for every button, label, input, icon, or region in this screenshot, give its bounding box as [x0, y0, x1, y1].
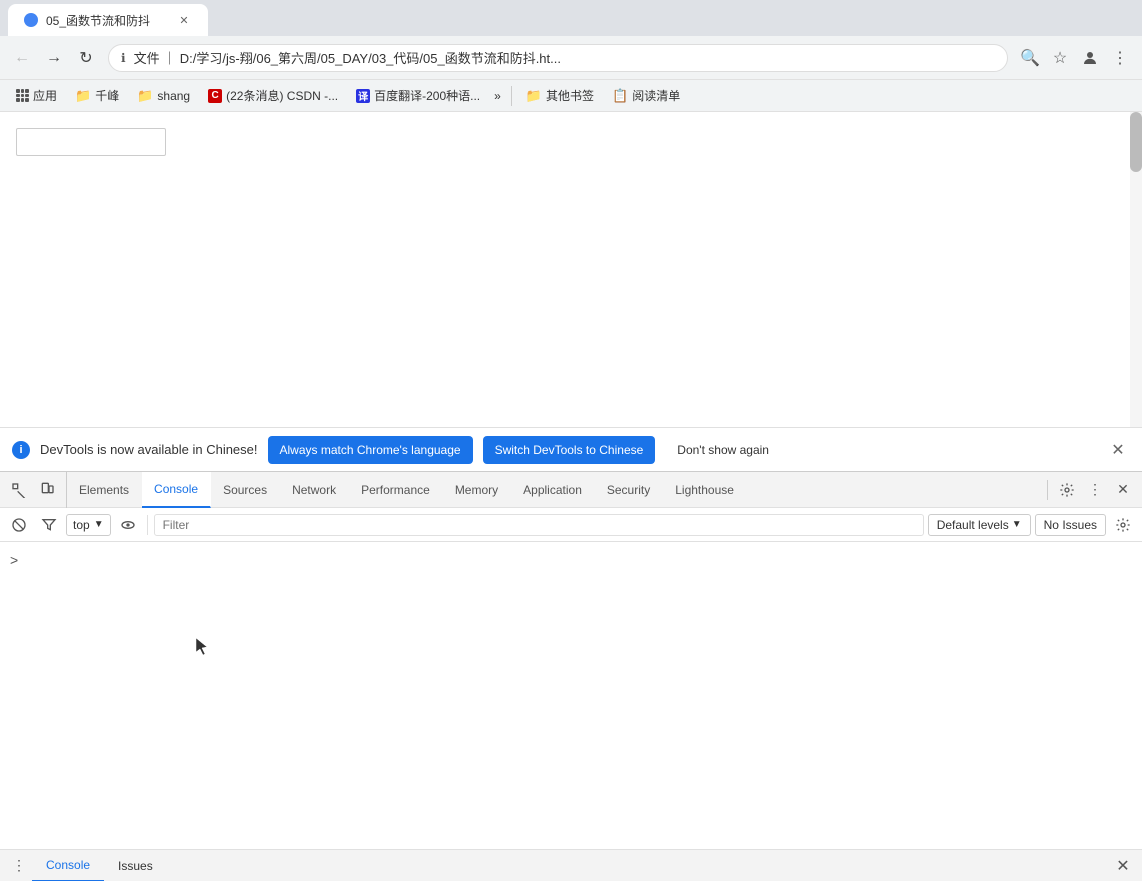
bookmark-csdn-label: (22条消息) CSDN -... — [226, 87, 338, 104]
tab-application[interactable]: Application — [511, 472, 595, 508]
log-levels-selector[interactable]: Default levels ▼ — [928, 514, 1031, 536]
bottom-tab-issues[interactable]: Issues — [104, 850, 167, 881]
tab-lighthouse[interactable]: Lighthouse — [663, 472, 747, 508]
console-divider — [147, 515, 148, 535]
notification-info-icon: i — [12, 441, 30, 459]
devtools-more-button[interactable]: ⋮ — [1082, 477, 1108, 503]
bookmark-qianfeng-label: 千峰 — [95, 87, 119, 104]
bookmark-shang[interactable]: 📁 shang — [129, 84, 198, 108]
tab-network[interactable]: Network — [280, 472, 349, 508]
context-dropdown-icon: ▼ — [94, 519, 104, 530]
issues-label: No Issues — [1044, 518, 1097, 532]
info-icon: ℹ — [121, 51, 126, 65]
page-input-field[interactable] — [16, 128, 166, 156]
bookmark-apps[interactable]: 应用 — [8, 84, 65, 108]
menu-button[interactable]: ⋮ — [1106, 44, 1134, 72]
tab-sources[interactable]: Sources — [211, 472, 280, 508]
apps-grid-icon — [16, 89, 29, 102]
devtools-close-x-button[interactable]: ✕ — [1110, 853, 1136, 879]
folder-icon: 📁 — [526, 88, 542, 104]
address-bar[interactable]: ℹ 文件 ｜ D:/学习/js-翔/06_第六周/05_DAY/03_代码/05… — [108, 44, 1008, 72]
bookmarks-bar: 应用 📁 千峰 📁 shang C (22条消息) CSDN -... 译 百度… — [0, 80, 1142, 112]
active-tab[interactable]: 05_函数节流和防抖 ✕ — [8, 4, 208, 36]
mouse-cursor — [195, 637, 209, 655]
back-button[interactable]: ← — [8, 44, 36, 72]
toolbar-separator — [1047, 480, 1048, 500]
bookmark-shang-label: shang — [157, 89, 190, 103]
bookmark-separator — [511, 86, 512, 106]
log-levels-arrow: ▼ — [1012, 519, 1022, 530]
bookmark-baidu-translate[interactable]: 译 百度翻译-200种语... — [348, 84, 488, 108]
console-toolbar: top ▼ Default levels ▼ No Issues — [0, 508, 1142, 542]
dont-show-again-button[interactable]: Don't show again — [665, 436, 781, 464]
notification-text: DevTools is now available in Chinese! — [40, 442, 258, 457]
devtools-panel: Elements Console Sources Network Perform… — [0, 471, 1142, 881]
page-main — [0, 112, 1142, 427]
search-icon-button[interactable]: 🔍 — [1016, 44, 1044, 72]
device-toolbar-button[interactable] — [34, 477, 60, 503]
page-content: i DevTools is now available in Chinese! … — [0, 112, 1142, 881]
folder-icon: 📁 — [137, 88, 153, 104]
match-language-button[interactable]: Always match Chrome's language — [268, 436, 473, 464]
tab-title: 05_函数节流和防抖 — [46, 12, 168, 29]
context-label: top — [73, 518, 90, 532]
notification-close-button[interactable]: ✕ — [1106, 438, 1130, 462]
scrollbar-thumb[interactable] — [1130, 112, 1142, 172]
console-filter-input[interactable] — [154, 514, 924, 536]
folder-icon: 📁 — [75, 88, 91, 104]
bookmark-other[interactable]: 📁 其他书签 — [518, 84, 602, 108]
devtools-settings-button[interactable] — [1054, 477, 1080, 503]
csdn-favicon: C — [208, 89, 222, 103]
more-bookmarks-button[interactable]: » — [490, 89, 505, 103]
bookmark-other-label: 其他书签 — [546, 87, 594, 104]
console-settings-button[interactable] — [1110, 512, 1136, 538]
bookmark-read-list[interactable]: 📋 阅读清单 — [604, 84, 688, 108]
clear-console-button[interactable] — [6, 512, 32, 538]
profile-button[interactable] — [1076, 44, 1104, 72]
log-levels-label: Default levels — [937, 518, 1009, 532]
bookmark-star-button[interactable]: ☆ — [1046, 44, 1074, 72]
switch-to-chinese-button[interactable]: Switch DevTools to Chinese — [483, 436, 656, 464]
tab-security[interactable]: Security — [595, 472, 663, 508]
tab-close-button[interactable]: ✕ — [176, 12, 192, 28]
forward-button[interactable]: → — [40, 44, 68, 72]
console-content-area[interactable]: > — [0, 542, 1142, 849]
devtools-notification-bar: i DevTools is now available in Chinese! … — [0, 427, 1142, 471]
bookmark-apps-label: 应用 — [33, 87, 57, 104]
bookmark-csdn[interactable]: C (22条消息) CSDN -... — [200, 84, 346, 108]
filter-button[interactable] — [36, 512, 62, 538]
bookmark-qianfeng[interactable]: 📁 千峰 — [67, 84, 127, 108]
devtools-toolbar: Elements Console Sources Network Perform… — [0, 472, 1142, 508]
live-expressions-button[interactable] — [115, 512, 141, 538]
toolbar-icons: 🔍 ☆ ⋮ — [1016, 44, 1134, 72]
devtools-close-button[interactable]: ✕ — [1110, 477, 1136, 503]
browser-frame: 05_函数节流和防抖 ✕ ← → ↻ ℹ 文件 ｜ D:/学习/js-翔/06_… — [0, 0, 1142, 881]
bookmark-read-label: 阅读清单 — [632, 87, 680, 104]
scrollbar-track[interactable] — [1130, 112, 1142, 427]
inspect-element-button[interactable] — [6, 477, 32, 503]
bookmark-baidu-label: 百度翻译-200种语... — [374, 87, 480, 104]
reading-list-icon: 📋 — [612, 88, 628, 104]
url-text: 文件 ｜ D:/学习/js-翔/06_第六周/05_DAY/03_代码/05_函… — [134, 48, 995, 67]
bottom-menu-button[interactable]: ⋮ — [6, 853, 32, 879]
console-caret: > — [10, 552, 18, 568]
bottom-tab-console[interactable]: Console — [32, 850, 104, 881]
tab-favicon — [24, 13, 38, 27]
baidu-favicon: 译 — [356, 89, 370, 103]
tab-elements[interactable]: Elements — [67, 472, 142, 508]
reload-button[interactable]: ↻ — [72, 44, 100, 72]
devtools-tab-bar: Elements Console Sources Network Perform… — [66, 472, 1041, 508]
tab-performance[interactable]: Performance — [349, 472, 443, 508]
issues-counter[interactable]: No Issues — [1035, 514, 1106, 536]
browser-toolbar: ← → ↻ ℹ 文件 ｜ D:/学习/js-翔/06_第六周/05_DAY/03… — [0, 36, 1142, 80]
tab-bar: 05_函数节流和防抖 ✕ — [0, 0, 1142, 36]
tab-console[interactable]: Console — [142, 472, 211, 508]
tab-memory[interactable]: Memory — [443, 472, 511, 508]
bottom-tab-bar: ⋮ Console Issues ✕ — [0, 849, 1142, 881]
context-selector[interactable]: top ▼ — [66, 514, 111, 536]
